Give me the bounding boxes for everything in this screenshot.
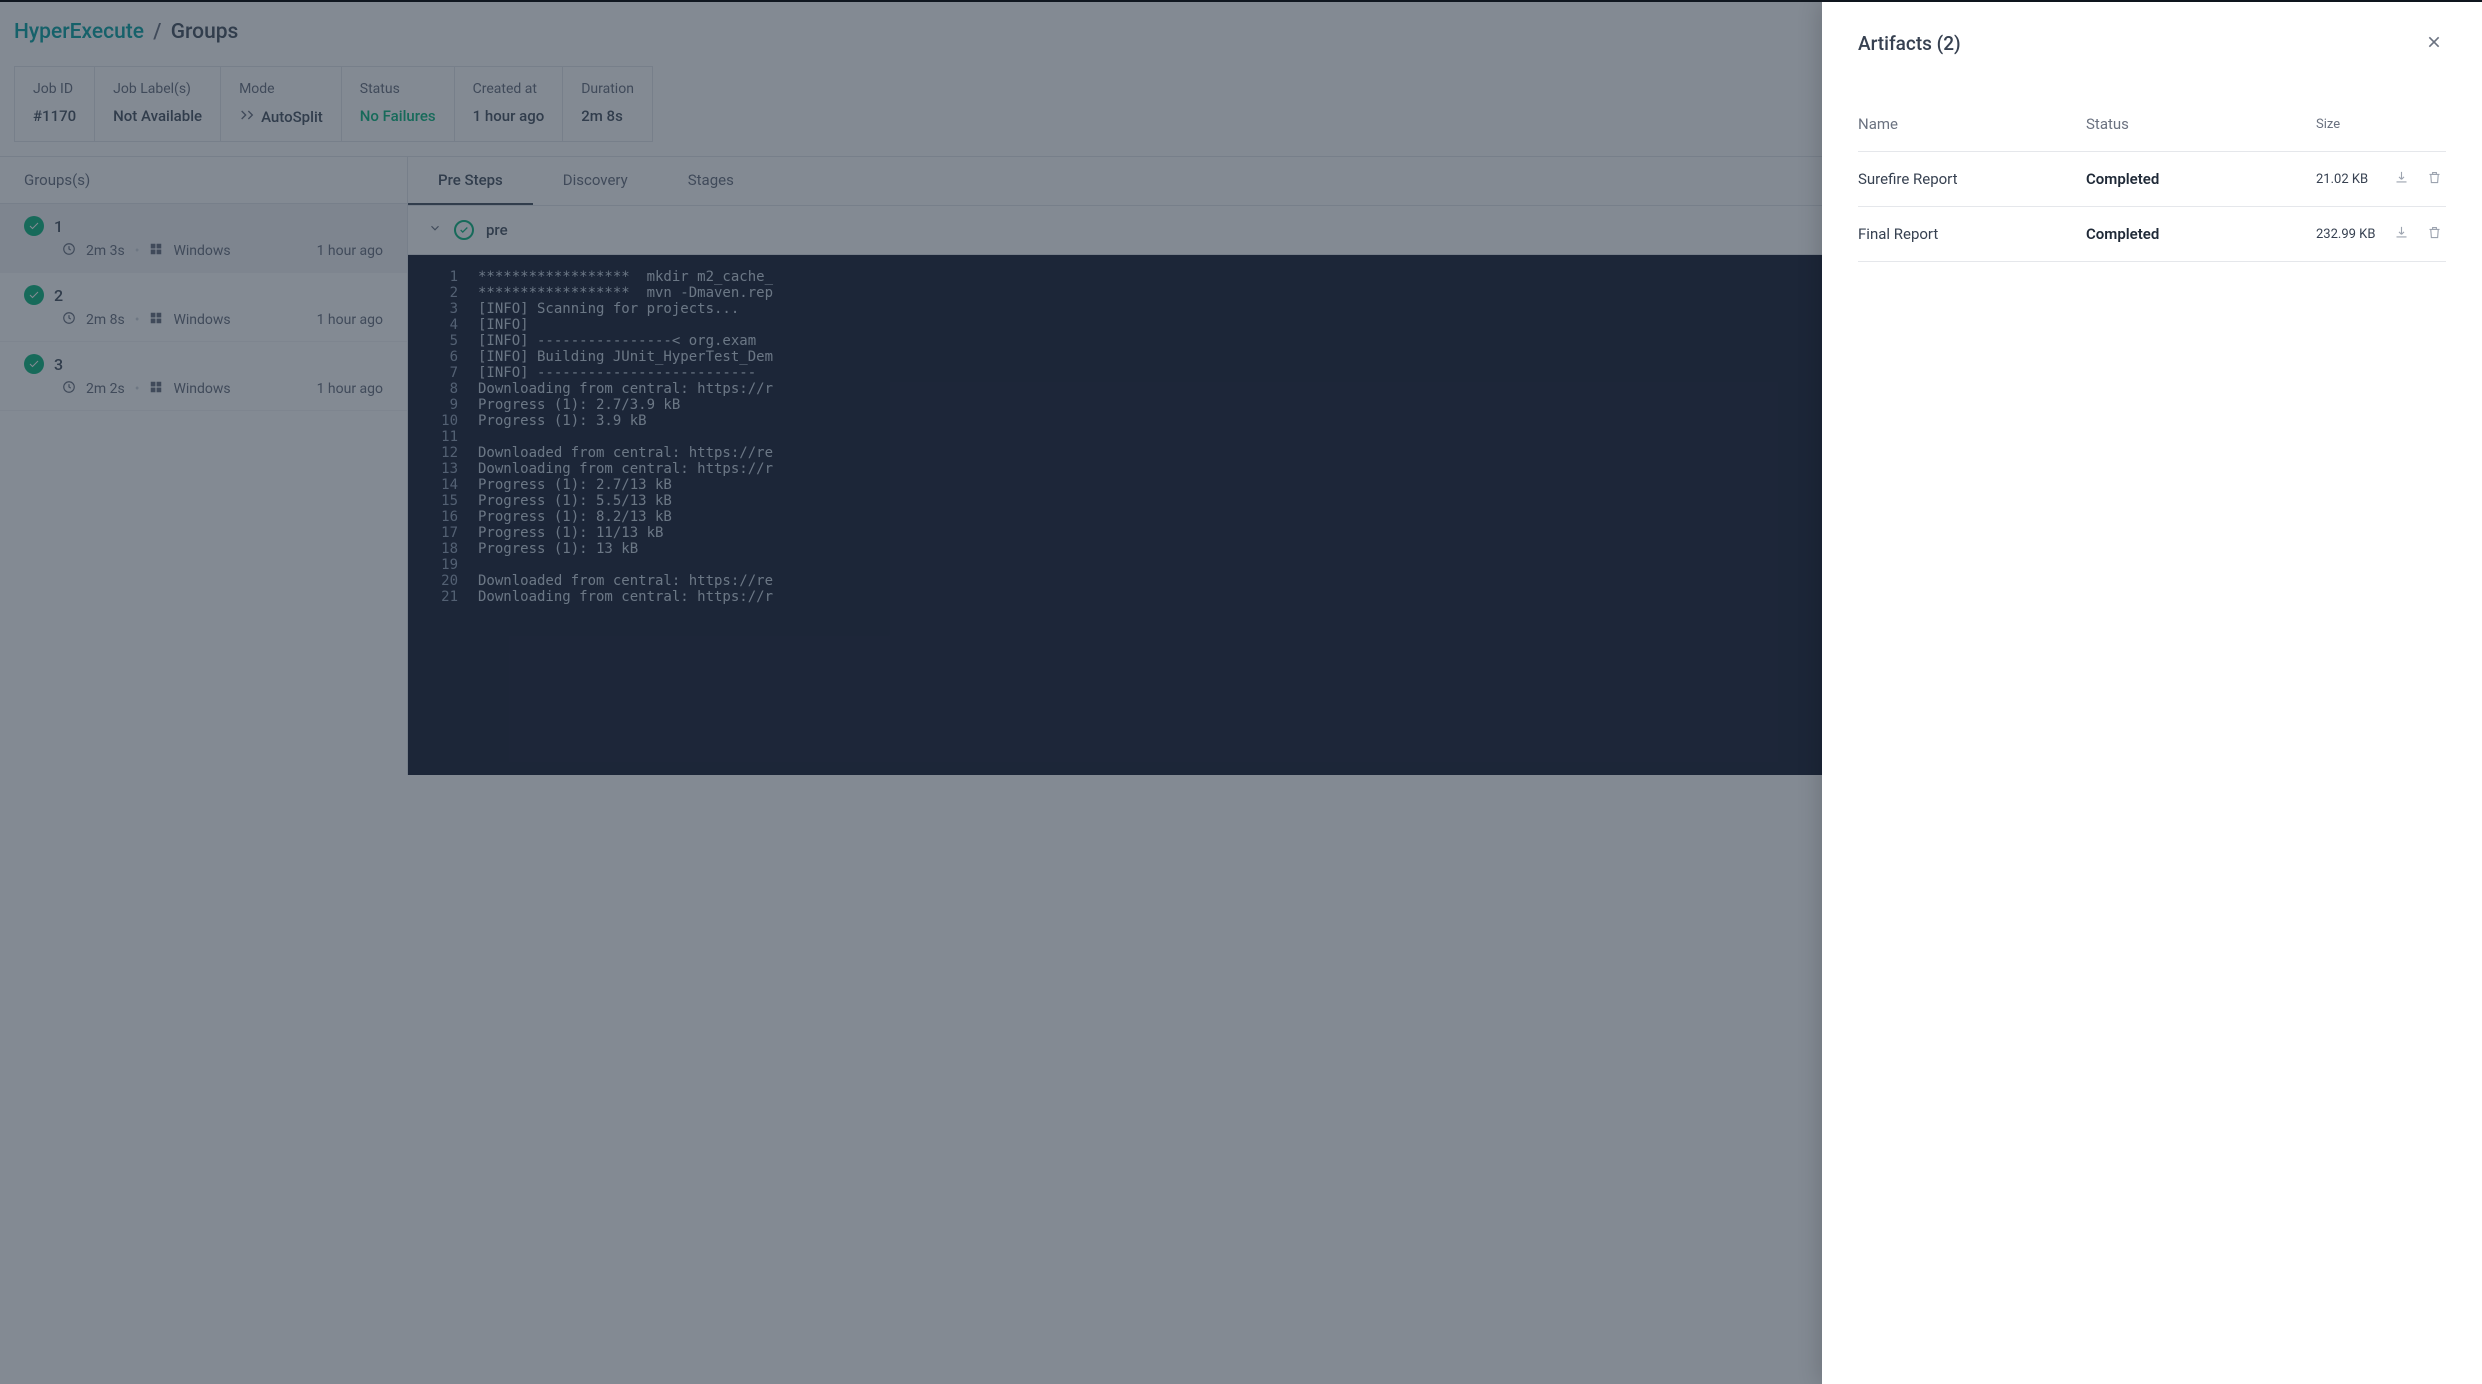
- download-button[interactable]: [2394, 225, 2409, 243]
- drawer-title: Artifacts (2): [1858, 32, 1961, 55]
- download-button[interactable]: [2394, 170, 2409, 188]
- artifact-status: Completed: [2086, 170, 2316, 188]
- artifact-size: 232.99 KB: [2316, 227, 2386, 242]
- artifact-row: Final ReportCompleted232.99 KB: [1858, 207, 2446, 262]
- delete-button[interactable]: [2427, 170, 2442, 188]
- artifact-size: 21.02 KB: [2316, 172, 2386, 187]
- col-status-header: Status: [2086, 115, 2316, 133]
- col-size-header: Size: [2316, 117, 2386, 132]
- artifact-name: Surefire Report: [1858, 170, 2086, 188]
- close-icon: [2426, 38, 2442, 53]
- delete-button[interactable]: [2427, 225, 2442, 243]
- trash-icon: [2427, 228, 2442, 243]
- artifacts-table: Name Status Size Surefire ReportComplete…: [1858, 97, 2446, 262]
- col-name-header: Name: [1858, 115, 2086, 133]
- download-icon: [2394, 173, 2409, 188]
- artifact-status: Completed: [2086, 225, 2316, 243]
- artifact-row: Surefire ReportCompleted21.02 KB: [1858, 152, 2446, 207]
- artifacts-drawer: Artifacts (2) Name Status Size Surefire …: [1822, 2, 2482, 1384]
- download-icon: [2394, 228, 2409, 243]
- artifact-name: Final Report: [1858, 225, 2086, 243]
- close-button[interactable]: [2422, 30, 2446, 57]
- trash-icon: [2427, 173, 2442, 188]
- artifacts-header: Name Status Size: [1858, 97, 2446, 152]
